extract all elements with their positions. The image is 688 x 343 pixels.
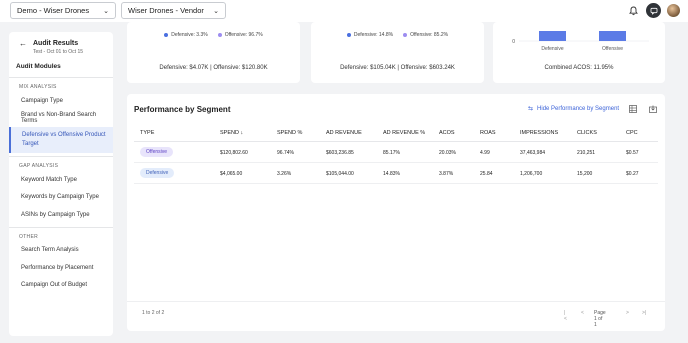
table-row[interactable]: Defensive $4,065.00 3.26% $105,044.00 14… — [134, 164, 658, 184]
card-summary: Defensive: $105.04K | Offensive: $603.24… — [340, 65, 455, 71]
col-clicks[interactable]: CLICKS — [577, 130, 597, 136]
sidebar-item-keywords-by-campaign[interactable]: Keywords by Campaign Type — [9, 189, 113, 207]
sidebar-item-asins-by-campaign[interactable]: ASINs by Campaign Type — [9, 206, 113, 224]
table-row[interactable]: Offensive $120,802.60 96.74% $603,236.85… — [134, 143, 658, 163]
top-icons — [626, 3, 680, 18]
divider — [127, 301, 665, 302]
x-tick-label: Offensive — [602, 46, 623, 52]
hide-link-label: Hide Performance by Segment — [537, 105, 620, 112]
chat-icon[interactable] — [646, 3, 661, 18]
sidebar: ← Audit Results Test - Oct 01 to Oct 15 … — [9, 32, 113, 336]
top-bar: Demo - Wiser Drones ⌄ Wiser Drones - Ven… — [0, 0, 688, 22]
hide-performance-link[interactable]: ⇆ Hide Performance by Segment — [528, 105, 620, 113]
avatar[interactable] — [667, 4, 680, 17]
bell-icon[interactable] — [626, 4, 640, 18]
section-title: Performance by Segment — [134, 105, 231, 114]
col-spend[interactable]: SPEND ↓ — [220, 130, 243, 136]
col-cpc[interactable]: CPC — [626, 130, 638, 136]
cell-roas: 25.84 — [480, 170, 493, 177]
cell-ad-revenue-pct: 14.83% — [383, 170, 400, 177]
cell-acos: 3.87% — [439, 170, 454, 177]
back-arrow-icon[interactable]: ← — [19, 39, 27, 48]
page-indicator: Page 1 of 1 — [594, 310, 606, 328]
profile-select-value: Wiser Drones - Vendor — [128, 6, 204, 15]
chevron-down-icon: ⌄ — [103, 7, 109, 15]
section-mix-analysis: MIX ANALYSIS — [19, 84, 57, 90]
type-badge: Offensive — [140, 147, 174, 157]
cell-roas: 4.99 — [480, 149, 490, 156]
legend-defensive: Defensive: 3.3% — [164, 32, 208, 38]
card-summary: Combined ACOS: 11.95% — [544, 65, 614, 71]
columns-icon[interactable] — [629, 105, 637, 113]
sort-desc-icon: ↓ — [240, 130, 244, 136]
legend-defensive: Defensive: 14.8% — [346, 32, 393, 38]
col-type[interactable]: TYPE — [140, 130, 154, 136]
x-tick-label: Defensive — [541, 46, 563, 52]
cell-impressions: 1,206,700 — [520, 170, 543, 177]
cell-clicks: 15,200 — [577, 170, 593, 177]
y-tick-label: 0 — [512, 39, 515, 45]
sidebar-item-performance-by-placement[interactable]: Performance by Placement — [9, 259, 113, 277]
acos-card: 0 Defensive Offensive Combined ACOS: 11.… — [493, 22, 665, 83]
account-select-value: Demo - Wiser Drones — [17, 6, 90, 15]
sidebar-title: Audit Results — [33, 40, 79, 47]
sidebar-item-campaign-type[interactable]: Campaign Type — [9, 92, 113, 110]
col-roas[interactable]: ROAS — [480, 130, 496, 136]
last-page-icon[interactable]: >| — [642, 310, 646, 316]
audit-modules-label: Audit Modules — [16, 63, 61, 70]
cell-spend: $4,065.00 — [220, 170, 243, 177]
legend-offensive: Offensive: 85.2% — [403, 32, 448, 38]
spend-split-card: Defensive: 3.3% Offensive: 96.7% Defensi… — [127, 22, 300, 83]
legend-offensive: Offensive: 96.7% — [217, 32, 263, 38]
cell-clicks: 210,251 — [577, 149, 596, 156]
cell-impressions: 37,463,984 — [520, 149, 546, 156]
sidebar-item-campaign-out-of-budget[interactable]: Campaign Out of Budget — [9, 277, 113, 295]
sidebar-subtitle: Test - Oct 01 to Oct 15 — [33, 49, 84, 55]
cell-ad-revenue-pct: 85.17% — [383, 149, 400, 156]
section-other: OTHER — [19, 233, 38, 240]
section-gap-analysis: GAP ANALYSIS — [19, 163, 59, 169]
row-range: 1 to 2 of 2 — [142, 310, 165, 316]
chart-legend: Defensive: 3.3% Offensive: 96.7% — [127, 32, 300, 38]
arrows-icon: ⇆ — [528, 106, 534, 112]
chart-legend: Defensive: 14.8% Offensive: 85.2% — [311, 32, 484, 38]
acos-bar-chart: 0 Defensive Offensive — [512, 31, 649, 52]
cell-cpc: $0.27 — [626, 170, 639, 177]
sidebar-item-brand-vs-nonbrand[interactable]: Brand vs Non-Brand Search Terms — [9, 110, 113, 128]
profile-select[interactable]: Wiser Drones - Vendor ⌄ — [121, 2, 226, 19]
sidebar-item-defensive-vs-offensive[interactable]: Defensive vs Offensive Product Target — [9, 127, 113, 153]
type-badge: Defensive — [140, 168, 175, 178]
col-spend-pct[interactable]: SPEND % — [277, 130, 302, 136]
cell-ad-revenue: $603,236.85 — [326, 149, 354, 156]
card-summary: Defensive: $4.07K | Offensive: $120.80K — [159, 65, 268, 71]
col-ad-revenue[interactable]: AD REVENUE — [326, 130, 362, 136]
col-impressions[interactable]: IMPRESSIONS — [520, 130, 558, 136]
cell-acos: 20.03% — [439, 149, 456, 156]
bar-defensive — [539, 31, 566, 41]
col-acos[interactable]: ACOS — [439, 130, 455, 136]
table-header: TYPE SPEND ↓ SPEND % AD REVENUE AD REVEN… — [134, 124, 658, 142]
sidebar-item-search-term-analysis[interactable]: Search Term Analysis — [9, 242, 113, 260]
prev-page-icon[interactable]: < — [581, 310, 584, 316]
cell-spend-pct: 96.74% — [277, 149, 294, 156]
chevron-down-icon: ⌄ — [213, 7, 219, 15]
col-ad-revenue-pct[interactable]: AD REVENUE % — [383, 130, 425, 136]
sidebar-item-keyword-match-type[interactable]: Keyword Match Type — [9, 171, 113, 189]
cell-spend-pct: 3.26% — [277, 170, 292, 177]
cell-spend: $120,802.60 — [220, 149, 248, 156]
account-select[interactable]: Demo - Wiser Drones ⌄ — [10, 2, 116, 19]
export-icon[interactable] — [649, 105, 657, 113]
revenue-split-card: Defensive: 14.8% Offensive: 85.2% Defens… — [311, 22, 484, 83]
bar-offensive — [599, 31, 626, 41]
performance-by-segment-card: Performance by Segment ⇆ Hide Performanc… — [127, 94, 665, 331]
cell-ad-revenue: $105,044.00 — [326, 170, 354, 177]
first-page-icon[interactable]: |< — [564, 310, 567, 322]
next-page-icon[interactable]: > — [626, 310, 629, 316]
cell-cpc: $0.57 — [626, 149, 639, 156]
